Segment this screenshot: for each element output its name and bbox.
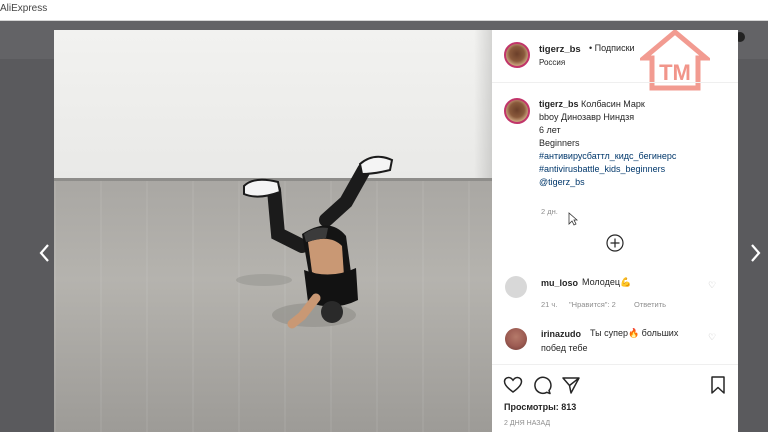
browser-top-bar: AliExpress <box>0 0 768 21</box>
comment-text: Ты супер🔥 больших <box>590 328 679 338</box>
commenter-avatar[interactable] <box>505 276 527 298</box>
comment-username[interactable]: irinazudo <box>541 329 581 339</box>
hashtag-link[interactable]: #антивирусбаттл_кидс_бегинерс <box>539 150 729 163</box>
caption-username[interactable]: tigerz_bs <box>539 99 579 109</box>
chevron-right-icon <box>751 244 761 262</box>
post-date: 2 ДНЯ НАЗАД <box>504 420 551 427</box>
caption-block: tigerz_bs Колбасин Марк bboy Динозавр Ни… <box>539 98 729 189</box>
author-username[interactable]: tigerz_bs <box>539 44 581 55</box>
comment-likes[interactable]: "Нравится": 2 <box>569 300 616 309</box>
post-sidebar: tigerz_bs • Подписки Россия TM tigerz_bs… <box>492 30 738 432</box>
comment-icon[interactable] <box>532 375 552 395</box>
caption-line: Колбасин Марк <box>581 99 645 109</box>
post-location[interactable]: Россия <box>539 58 565 67</box>
mention-link[interactable]: @tigerz_bs <box>539 176 729 189</box>
chevron-left-icon <box>39 244 49 262</box>
hashtag-link[interactable]: #antivirusbattle_kids_beginners <box>539 163 729 176</box>
previous-post-button[interactable] <box>34 242 54 270</box>
caption-age: 2 дн. <box>541 207 558 216</box>
comment-reply-button[interactable]: Ответить <box>634 300 666 309</box>
comment-like-icon[interactable]: ♡ <box>708 280 716 291</box>
breakdancer-figure <box>236 155 394 329</box>
follow-status[interactable]: • Подписки <box>589 42 635 55</box>
comment-age: 21 ч. <box>541 300 558 309</box>
comment-username[interactable]: mu_loso <box>541 278 578 288</box>
caption-line: bboy Динозавр Ниндзя <box>539 112 635 122</box>
heart-icon[interactable] <box>503 375 523 395</box>
bookmark-icon[interactable] <box>708 375 728 395</box>
caption-line: Beginners <box>539 138 580 148</box>
caption-first-line: tigerz_bs Колбасин Марк <box>539 98 729 111</box>
comment-like-icon[interactable]: ♡ <box>708 332 716 343</box>
comment-text: Молодец💪 <box>582 277 632 287</box>
view-count: Просмотры: 813 <box>504 402 577 412</box>
comment-text-continued: побед тебе <box>541 343 588 353</box>
share-icon[interactable] <box>561 375 581 395</box>
author-avatar[interactable] <box>504 42 530 68</box>
commenter-avatar[interactable] <box>505 328 527 350</box>
caption-avatar[interactable] <box>504 98 530 124</box>
mouse-cursor-icon <box>568 212 578 226</box>
plus-circle-icon[interactable] <box>605 233 625 253</box>
next-post-button[interactable] <box>746 242 766 270</box>
caption-line: 6 лет <box>539 125 561 135</box>
post-video[interactable] <box>54 30 492 432</box>
browser-title: AliExpress <box>0 3 48 14</box>
